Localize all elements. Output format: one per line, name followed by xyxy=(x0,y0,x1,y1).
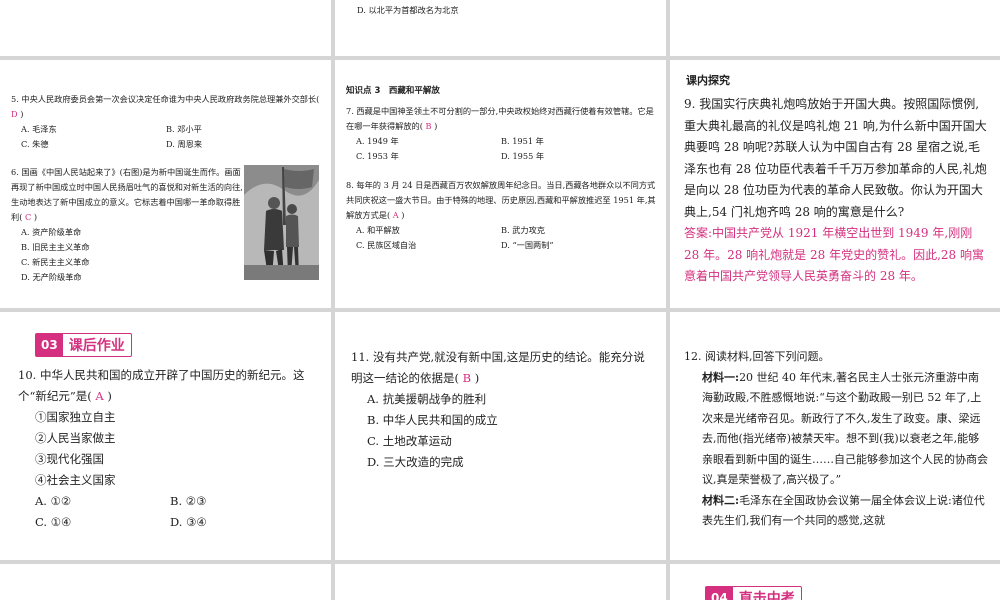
card-top-right xyxy=(670,0,1000,56)
q5-option-b: B. 邓小平 xyxy=(166,124,202,134)
zhongkao-section-number: 04 xyxy=(706,587,733,600)
question-7-text: 7. 西藏是中国神圣领土不可分割的一部分,中央政权始终对西藏行使着有效管辖。它是… xyxy=(346,106,654,131)
card-homework: 03 课后作业 10. 中华人民共和国的成立开辟了中国历史的新纪元。这个“新纪元… xyxy=(0,312,331,560)
q7-option-c: C. 1953 年 xyxy=(356,151,399,161)
q11-option-a: A. 抗美援朝战争的胜利 xyxy=(367,392,487,406)
question-10-answer: A xyxy=(95,389,104,403)
question-8: 8. 每年的 3 月 24 日是西藏百万农奴解放周年纪念日。当日,西藏各地群众以… xyxy=(346,178,658,253)
question-11-close: ) xyxy=(474,371,480,385)
card-explore: 课内探究 9. 我国实行庆典礼炮鸣放始于开国大典。按照国际惯例,重大典礼最高的礼… xyxy=(670,60,1000,308)
material-2-text: 毛泽东在全国政协会议第一届全体会议上说:诸位代表先生们,我们有一个共同的感觉,这… xyxy=(702,493,985,528)
q11-option-c: C. 土地改革运动 xyxy=(367,434,452,448)
card-bottom-right: 04 直击中考 xyxy=(670,564,1000,600)
q5-option-a: A. 毛泽东 xyxy=(21,124,57,134)
question-6-answer: C xyxy=(25,212,32,222)
material-1-label: 材料一: xyxy=(702,370,740,384)
q10-option-a: A. ①② xyxy=(35,494,72,508)
question-9-answer: 答案:中国共产党从 1921 年横空出世到 1949 年,刚刚 28 年。28 … xyxy=(684,226,984,283)
card-top-middle: D. 以北平为首都改名为北京 xyxy=(335,0,666,56)
option-text: D. 以北平为首都改名为北京 xyxy=(357,5,459,15)
question-7-answer: B xyxy=(425,121,432,131)
q5-option-d: D. 周恩来 xyxy=(166,139,203,149)
knowledge-point-3-title: 知识点 3 西藏和平解放 xyxy=(346,86,440,96)
zhongkao-section-header: 04 直击中考 xyxy=(705,586,802,600)
question-10-close: ) xyxy=(107,389,112,403)
question-11-answer: B xyxy=(462,371,472,385)
q11-option-b: B. 中华人民共和国的成立 xyxy=(367,413,498,427)
homework-section-number: 03 xyxy=(36,334,63,356)
q8-option-b: B. 武力攻克 xyxy=(501,225,545,235)
question-9-text: 9. 我国实行庆典礼炮鸣放始于开国大典。按照国际惯例,重大典礼最高的礼仪是鸣礼炮… xyxy=(684,97,987,219)
card-question-12: 12. 阅读材料,回答下列问题。 材料一:20 世纪 40 年代末,著名民主人士… xyxy=(670,312,1000,560)
q10-item-3: ③现代化强国 xyxy=(35,452,104,466)
question-11-text: 11. 没有共产党,就没有新中国,这是历史的结论。能充分说明这一结论的依据是( xyxy=(351,350,645,385)
q11-option-d: D. 三大改造的完成 xyxy=(367,455,464,469)
question-8-close: ) xyxy=(401,210,405,220)
question-7-close: ) xyxy=(434,121,438,131)
card-questions-7-8: 知识点 3 西藏和平解放 7. 西藏是中国神圣领土不可分割的一部分,中央政权始终… xyxy=(335,60,666,308)
question-9: 9. 我国实行庆典礼炮鸣放始于开国大典。按照国际惯例,重大典礼最高的礼仪是鸣礼炮… xyxy=(684,94,990,288)
q7-option-d: D. 1955 年 xyxy=(501,151,545,161)
q7-option-b: B. 1951 年 xyxy=(501,136,544,146)
q6-option-a: A. 资产阶级革命 xyxy=(21,227,82,237)
question-5-text: 5. 中央人民政府委员会第一次会议决定任命谁为中央人民政府政务院总理兼外交部长( xyxy=(11,94,320,104)
q10-item-2: ②人民当家做主 xyxy=(35,431,116,445)
question-6-text: 6. 国画《中国人民站起来了》(右图)是为新中国诞生而作。画面再现了新中国成立时… xyxy=(11,167,243,222)
painting-figures-icon xyxy=(244,165,319,280)
question-5: 5. 中央人民政府委员会第一次会议决定任命谁为中央人民政府政务院总理兼外交部长(… xyxy=(11,92,323,152)
q6-option-c: C. 新民主主义革命 xyxy=(21,257,90,267)
card-question-11: 11. 没有共产党,就没有新中国,这是历史的结论。能充分说明这一结论的依据是( … xyxy=(335,312,666,560)
zhongkao-section-title: 直击中考 xyxy=(738,591,795,600)
question-6-close: ) xyxy=(33,212,38,222)
material-2-label: 材料二: xyxy=(702,493,740,507)
material-1-text: 20 世纪 40 年代末,著名民主人士张元济重游中南海勤政殿,不胜感慨地说:“与… xyxy=(702,370,988,487)
question-12-text: 12. 阅读材料,回答下列问题。 xyxy=(684,350,830,363)
question-8-answer: A xyxy=(392,210,399,220)
explore-title: 课内探究 xyxy=(686,74,730,87)
homework-section-title: 课后作业 xyxy=(68,338,125,354)
q10-item-4: ④社会主义国家 xyxy=(35,473,116,487)
q7-option-a: A. 1949 年 xyxy=(356,136,399,146)
q10-option-c: C. ①④ xyxy=(35,515,72,529)
q6-option-b: B. 旧民主主义革命 xyxy=(21,242,90,252)
question-5-answer: D xyxy=(11,109,18,119)
q10-option-b: B. ②③ xyxy=(170,494,207,508)
q10-item-1: ①国家独立自主 xyxy=(35,410,116,424)
question-10: 10. 中华人民共和国的成立开辟了中国历史的新纪元。这个“新纪元”是( A ) … xyxy=(18,365,318,533)
question-12: 12. 阅读材料,回答下列问题。 材料一:20 世纪 40 年代末,著名民主人士… xyxy=(684,347,988,532)
card-bottom-left xyxy=(0,564,331,600)
painting-image xyxy=(244,165,319,280)
question-5-close: ) xyxy=(20,109,24,119)
question-7: 7. 西藏是中国神圣领土不可分割的一部分,中央政权始终对西藏行使着有效管辖。它是… xyxy=(346,104,658,164)
homework-section-header: 03 课后作业 xyxy=(35,333,132,357)
card-bottom-middle xyxy=(335,564,666,600)
q8-option-a: A. 和平解放 xyxy=(356,225,400,235)
question-11: 11. 没有共产党,就没有新中国,这是历史的结论。能充分说明这一结论的依据是( … xyxy=(351,347,651,473)
question-10-text: 10. 中华人民共和国的成立开辟了中国历史的新纪元。这个“新纪元”是( xyxy=(18,368,305,403)
question-6: 6. 国画《中国人民站起来了》(右图)是为新中国诞生而作。画面再现了新中国成立时… xyxy=(11,165,243,285)
card-top-left xyxy=(0,0,331,56)
card-questions-5-6: 5. 中央人民政府委员会第一次会议决定任命谁为中央人民政府政务院总理兼外交部长(… xyxy=(0,60,331,308)
q10-option-d: D. ③④ xyxy=(170,515,207,529)
q8-option-c: C. 民族区域自治 xyxy=(356,240,417,250)
q8-option-d: D. “一国两制” xyxy=(501,240,554,250)
q6-option-d: D. 无产阶级革命 xyxy=(21,272,82,282)
q5-option-c: C. 朱德 xyxy=(21,139,49,149)
